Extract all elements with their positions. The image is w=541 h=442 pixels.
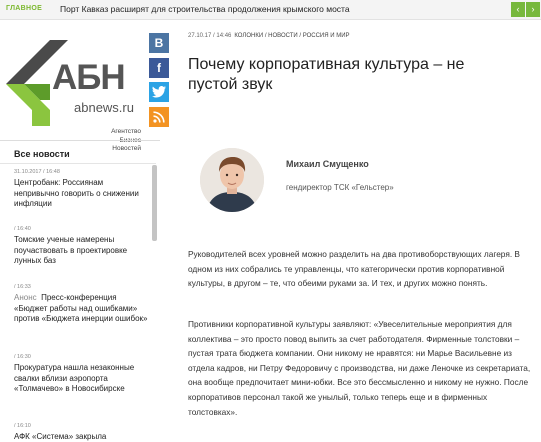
site-logo[interactable]: АБН abnews.ru Агентство Бизнес Новостей: [2, 30, 142, 152]
news-list-item[interactable]: / 16:10 АФК «Система» закрыла: [14, 423, 149, 442]
news-list-item[interactable]: / 16:30 Прокуратура нашла незаконные сва…: [14, 354, 149, 395]
breadcrumb[interactable]: КОЛОНКИ / НОВОСТИ / РОССИЯ И МИР: [234, 33, 349, 39]
ticker-prev-button[interactable]: ‹: [511, 2, 525, 17]
author-avatar: [200, 148, 264, 212]
news-time: 31.10.2017 / 16:48: [14, 169, 60, 175]
ticker-label: ГЛАВНОЕ: [6, 5, 43, 12]
chevron-left-icon: ‹: [516, 4, 520, 14]
logo-abn-text: АБН: [52, 58, 126, 97]
article-title: Почему корпоративная культура – не пусто…: [188, 56, 465, 93]
author-name[interactable]: Михаил Смущенко: [286, 159, 369, 169]
facebook-icon[interactable]: f: [149, 58, 169, 78]
article-date: 27.10.17 / 14:46: [188, 33, 232, 39]
logo-domain: abnews.ru: [74, 100, 134, 115]
article-paragraph: Противники корпоративной культуры заявля…: [188, 319, 531, 417]
chevron-right-icon: ›: [531, 4, 535, 14]
ticker-next-button[interactable]: ›: [526, 2, 540, 17]
news-list-item[interactable]: 31.10.2017 / 16:48 Центробанк: Россиянам…: [14, 169, 149, 210]
author-role: гендиректор ТСК «Гельстер»: [286, 183, 394, 192]
news-list-item[interactable]: / 16:33 Анонс Пресс-конференция «Бюджет …: [14, 284, 149, 325]
news-sidebar: Все новости 31.10.2017 / 16:48 Центробан…: [0, 140, 160, 442]
news-time: / 16:10: [14, 423, 31, 429]
news-headline[interactable]: Томские ученые намерены поучаствовать в …: [14, 235, 149, 267]
news-sidebar-title[interactable]: Все новости: [14, 149, 70, 159]
vk-icon[interactable]: B: [149, 33, 169, 53]
news-time: / 16:40: [14, 226, 31, 232]
news-scrollbar[interactable]: [152, 165, 157, 241]
news-list-item[interactable]: / 16:40 Томские ученые намерены поучаств…: [14, 226, 149, 267]
news-time: / 16:30: [14, 354, 31, 360]
top-ticker: ГЛАВНОЕ Порт Кавказ расширят для строите…: [0, 0, 541, 20]
divider: [0, 163, 156, 164]
article-meta: 27.10.17 / 14:46 КОЛОНКИ / НОВОСТИ / РОСС…: [188, 33, 350, 39]
news-headline[interactable]: Центробанк: Россиянам непривычно говорит…: [14, 178, 149, 210]
news-headline[interactable]: АФК «Система» закрыла: [14, 432, 149, 442]
article-paragraph: Руководителей всех уровней можно раздели…: [188, 249, 520, 289]
rss-icon[interactable]: [149, 107, 169, 127]
ticker-headline-link[interactable]: Порт Кавказ расширят для строительства п…: [60, 4, 350, 14]
news-time: / 16:33: [14, 284, 31, 290]
twitter-icon[interactable]: [149, 82, 169, 102]
news-anons-label: Анонс: [14, 293, 37, 302]
news-headline[interactable]: Прокуратура нашла незаконные свалки вбли…: [14, 363, 149, 395]
